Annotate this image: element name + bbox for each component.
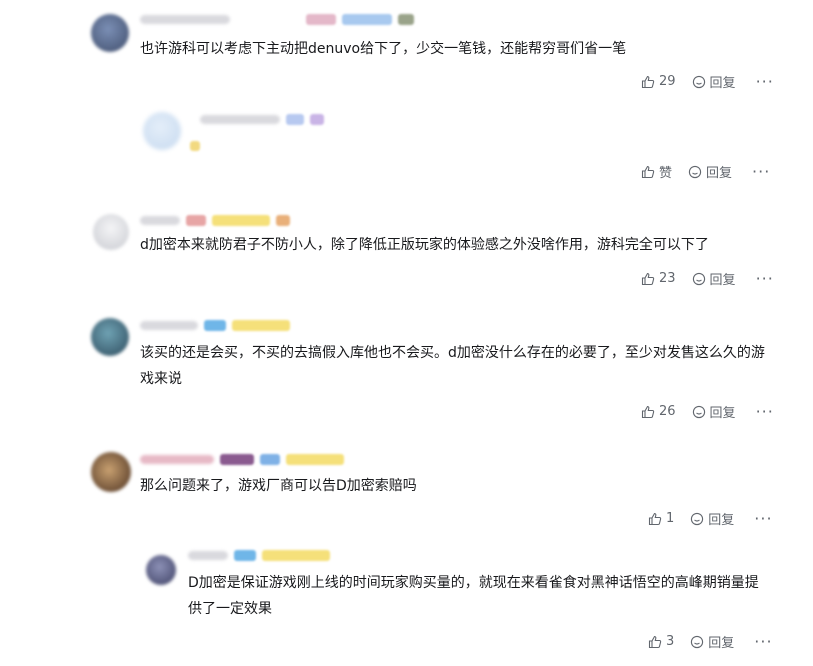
reply-icon <box>692 75 705 88</box>
like-count: 1 <box>666 511 675 526</box>
reply-label: 回复 <box>709 406 736 421</box>
reply-icon <box>691 635 704 648</box>
username[interactable] <box>200 114 280 124</box>
user-badge <box>286 113 304 125</box>
thumb-up-icon <box>641 272 655 285</box>
more-options-icon[interactable]: ··· <box>752 163 770 179</box>
reply-button[interactable]: 回复 <box>692 269 736 288</box>
like-count: 26 <box>659 404 676 419</box>
like-count: 赞 <box>659 166 673 181</box>
reply-button[interactable]: 回复 <box>692 402 736 421</box>
user-badge <box>310 113 324 125</box>
user-badge <box>262 549 330 561</box>
user-badge <box>260 453 280 465</box>
username[interactable] <box>140 320 198 330</box>
user-badge <box>306 13 336 25</box>
username[interactable] <box>140 14 230 24</box>
like-button[interactable]: 29 <box>641 74 676 89</box>
username[interactable] <box>188 550 228 560</box>
reply-button[interactable]: 回复 <box>690 632 734 651</box>
thumb-up-icon <box>641 405 655 418</box>
reply-icon <box>692 405 705 418</box>
avatar[interactable] <box>91 14 129 52</box>
username-row <box>140 12 414 26</box>
user-badge <box>186 214 206 226</box>
user-badge <box>212 214 270 226</box>
reply-button[interactable]: 回复 <box>688 162 732 181</box>
username[interactable] <box>140 454 214 464</box>
more-options-icon[interactable]: ··· <box>756 73 774 89</box>
user-badge <box>342 13 392 25</box>
username-row <box>140 213 290 227</box>
like-count: 29 <box>659 74 676 89</box>
user-badge <box>234 549 256 561</box>
username[interactable] <box>140 215 180 225</box>
reply-label: 回复 <box>708 636 735 651</box>
comment-text: d加密本来就防君子不防小人，除了降低正版玩家的体验感之外没啥作用，游科完全可以下… <box>140 237 709 253</box>
user-badge <box>276 214 290 226</box>
reply-label: 回复 <box>708 513 735 528</box>
user-badge <box>204 319 226 331</box>
user-badge <box>220 453 254 465</box>
comment-actions: 3 回复 ··· <box>648 632 773 651</box>
more-options-icon[interactable]: ··· <box>754 633 772 649</box>
reply-icon <box>691 512 704 525</box>
reply-label: 回复 <box>709 273 736 288</box>
comment-actions: 赞 回复 ··· <box>641 162 770 181</box>
more-options-icon[interactable]: ··· <box>756 270 774 286</box>
username-row <box>140 318 290 332</box>
user-badge <box>232 319 290 331</box>
like-count: 3 <box>666 634 675 649</box>
like-button[interactable]: 26 <box>641 404 676 419</box>
thumb-up-icon <box>641 75 655 88</box>
avatar[interactable] <box>91 452 131 492</box>
more-options-icon[interactable]: ··· <box>754 510 772 526</box>
like-button[interactable]: 23 <box>641 271 676 286</box>
comment-actions: 26 回复 ··· <box>641 402 774 421</box>
avatar[interactable] <box>143 112 181 150</box>
thumb-up-icon <box>648 635 662 648</box>
avatar[interactable] <box>91 318 129 356</box>
reply-button[interactable]: 回复 <box>692 72 736 91</box>
like-button[interactable]: 1 <box>648 511 674 526</box>
more-options-icon[interactable]: ··· <box>756 403 774 419</box>
username-row <box>188 548 330 562</box>
username-row <box>200 112 324 126</box>
reply-button[interactable]: 回复 <box>690 509 734 528</box>
avatar[interactable] <box>146 555 176 585</box>
user-badge <box>190 141 200 151</box>
like-count: 23 <box>659 271 676 286</box>
thumb-up-icon <box>648 512 662 525</box>
username-row <box>140 452 344 466</box>
avatar[interactable] <box>93 214 129 250</box>
comment-actions: 1 回复 ··· <box>648 509 773 528</box>
like-button[interactable]: 3 <box>648 634 674 649</box>
user-badge <box>398 13 414 25</box>
comment-actions: 23 回复 ··· <box>641 269 774 288</box>
reply-label: 回复 <box>709 76 736 91</box>
reply-icon <box>692 272 705 285</box>
comment-actions: 29 回复 ··· <box>641 72 774 91</box>
comment-text: 也许游科可以考虑下主动把denuvo给下了，少交一笔钱，还能帮穷哥们省一笔 <box>140 41 627 57</box>
reply-icon <box>688 165 702 178</box>
thumb-up-icon <box>641 165 655 178</box>
user-badge <box>286 453 344 465</box>
comment-text: D加密是保证游戏刚上线的时间玩家购买量的，就现在来看雀食对黑神话悟空的高峰期销量… <box>188 575 759 617</box>
like-button[interactable]: 赞 <box>641 162 672 181</box>
reply-label: 回复 <box>706 166 733 181</box>
comment-text: 该买的还是会买，不买的去搞假入库他也不会买。d加密没什么存在的必要了，至少对发售… <box>140 345 765 387</box>
comment-text: 那么问题来了，游戏厂商可以告D加密索赔吗 <box>140 478 417 494</box>
